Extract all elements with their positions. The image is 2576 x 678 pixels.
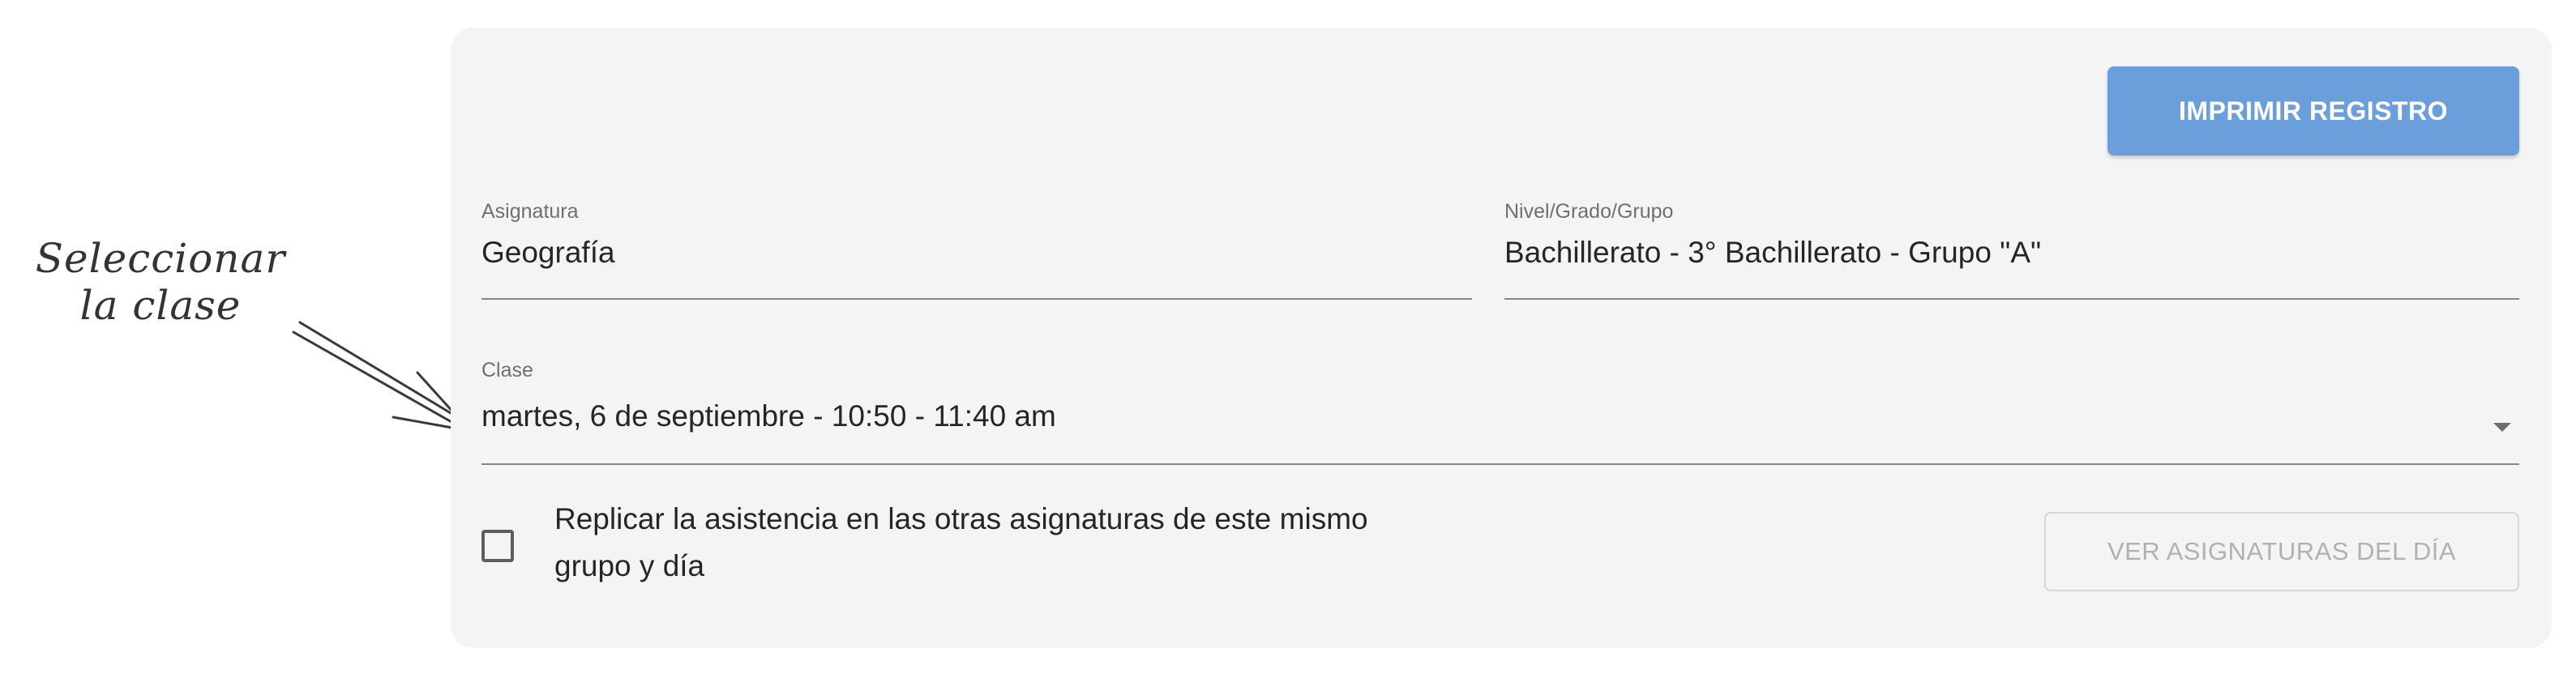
annotation-line-1: Seleccionar <box>35 235 286 282</box>
clase-label: Clase <box>481 359 533 382</box>
dropdown-arrow-icon[interactable] <box>2493 423 2511 432</box>
clase-value: martes, 6 de septiembre - 10:50 - 11:40 … <box>481 399 1056 433</box>
nivel-grado-grupo-underline <box>1504 298 2519 300</box>
asignatura-value: Geografía <box>481 236 615 269</box>
annotation-text: Seleccionar la clase <box>31 235 290 329</box>
ver-asignaturas-del-dia-button[interactable]: VER ASIGNATURAS DEL DÍA <box>2044 512 2519 591</box>
asignatura-label: Asignatura <box>481 200 579 223</box>
replicar-checkbox-label[interactable]: Replicar la asistencia en las otras asig… <box>554 496 1446 590</box>
asignatura-underline <box>481 298 1472 300</box>
asignatura-field[interactable]: Asignatura Geografía <box>481 199 1472 300</box>
print-register-button[interactable]: IMPRIMIR REGISTRO <box>2107 66 2519 156</box>
replicar-checkbox-row[interactable]: Replicar la asistencia en las otras asig… <box>481 496 1446 590</box>
nivel-grado-grupo-label: Nivel/Grado/Grupo <box>1504 200 1674 223</box>
clase-underline <box>481 463 2519 465</box>
nivel-grado-grupo-value: Bachillerato - 3° Bachillerato - Grupo "… <box>1504 236 2042 269</box>
nivel-grado-grupo-field[interactable]: Nivel/Grado/Grupo Bachillerato - 3° Bach… <box>1504 199 2519 300</box>
replicar-checkbox[interactable] <box>481 530 514 562</box>
attendance-card: IMPRIMIR REGISTRO Asignatura Geografía N… <box>451 28 2552 648</box>
annotation-line-2: la clase <box>79 282 242 329</box>
clase-select[interactable]: Clase martes, 6 de septiembre - 10:50 - … <box>481 358 2519 465</box>
